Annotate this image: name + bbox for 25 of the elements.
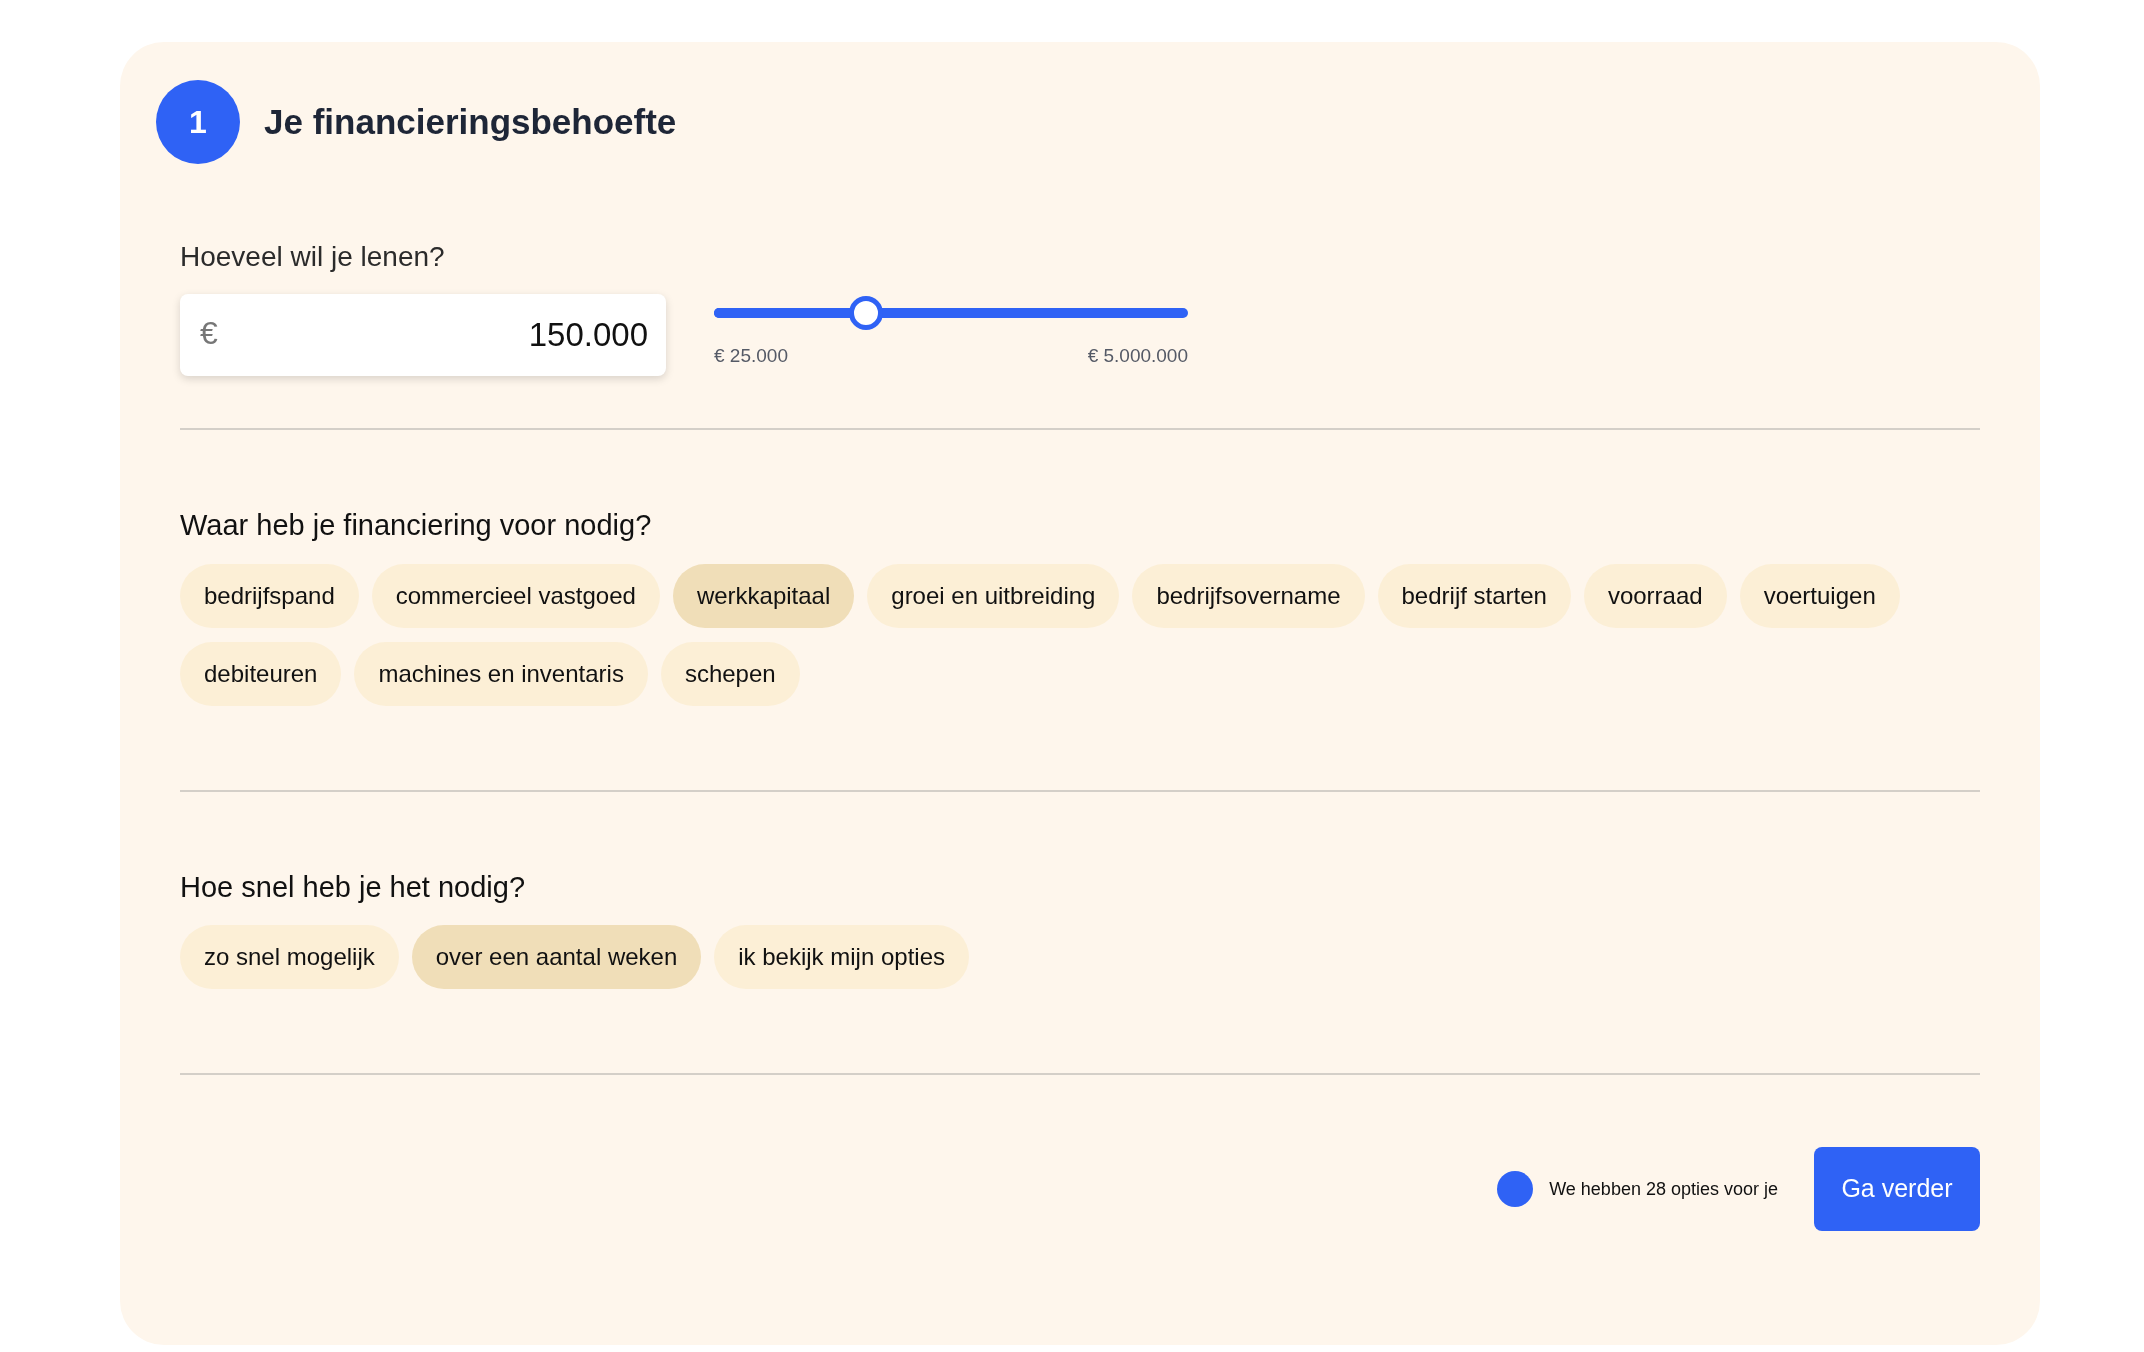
option-chip[interactable]: bedrijfspand xyxy=(180,563,359,628)
continue-button[interactable]: Ga verder xyxy=(1814,1147,1980,1231)
option-chip[interactable]: zo snel mogelijk xyxy=(180,925,399,989)
option-chip[interactable]: bedrijfsovername xyxy=(1132,563,1365,628)
step-number-badge: 1 xyxy=(156,80,240,164)
option-chip[interactable]: werkkapitaal xyxy=(672,563,855,628)
purpose-question: Waar heb je financiering voor nodig? xyxy=(180,508,653,543)
currency-symbol: € xyxy=(200,314,218,353)
section-title: Je financieringsbehoefte xyxy=(264,100,677,143)
options-count-text: We hebben 28 opties voor je xyxy=(1549,1177,1778,1201)
option-chip[interactable]: commercieel vastgoed xyxy=(371,563,660,628)
slider-max-label: € 5.000.000 xyxy=(1087,344,1188,368)
option-chip[interactable]: debiteuren xyxy=(180,641,342,706)
slider-min-label: € 25.000 xyxy=(714,344,788,368)
option-chip[interactable]: over een aantal weken xyxy=(411,925,702,989)
option-chip[interactable]: voorraad xyxy=(1583,563,1727,628)
option-chip[interactable]: ik bekijk mijn opties xyxy=(714,925,969,989)
option-chip[interactable]: voertuigen xyxy=(1739,563,1900,628)
option-chip[interactable]: bedrijf starten xyxy=(1377,563,1571,628)
option-chip[interactable]: machines en inventaris xyxy=(354,641,648,706)
option-chip[interactable]: schepen xyxy=(660,641,800,706)
amount-question: Hoeveel wil je lenen? xyxy=(180,240,446,274)
status-dot xyxy=(1497,1171,1534,1207)
option-chip[interactable]: groei en uitbreiding xyxy=(867,563,1120,628)
timing-question: Hoe snel heb je het nodig? xyxy=(180,869,527,905)
